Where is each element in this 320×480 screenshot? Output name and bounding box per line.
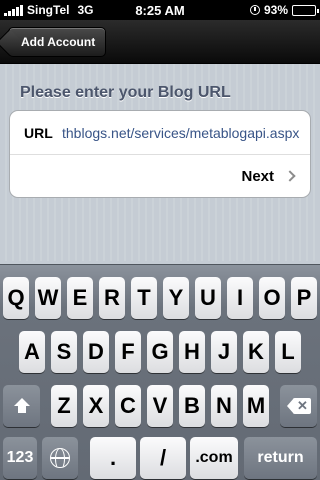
- key-g[interactable]: G: [147, 331, 173, 373]
- next-label: Next: [241, 168, 274, 185]
- globe-icon: [50, 448, 70, 468]
- key-dot-com[interactable]: .com: [190, 437, 238, 479]
- key-label: 123: [6, 449, 34, 466]
- key-label: U: [200, 285, 216, 310]
- key-label: H: [184, 339, 200, 364]
- key-v[interactable]: V: [147, 385, 173, 427]
- key-n[interactable]: N: [211, 385, 237, 427]
- key-q[interactable]: Q: [3, 277, 29, 319]
- key-dot[interactable]: .: [90, 437, 136, 479]
- key-label: M: [246, 393, 266, 418]
- chevron-right-icon: [284, 170, 296, 182]
- key-o[interactable]: O: [259, 277, 285, 319]
- key-f[interactable]: F: [115, 331, 141, 373]
- key-z[interactable]: Z: [51, 385, 77, 427]
- key-label: Z: [57, 393, 71, 418]
- key-c[interactable]: C: [115, 385, 141, 427]
- key-w[interactable]: W: [35, 277, 61, 319]
- key-label: W: [37, 285, 59, 310]
- key-label: L: [281, 339, 295, 364]
- battery-icon: [292, 4, 319, 16]
- return-key[interactable]: return: [244, 437, 317, 479]
- status-bar: SingTel 3G 8:25 AM 93%: [0, 0, 320, 20]
- key-label: R: [104, 285, 120, 310]
- key-h[interactable]: H: [179, 331, 205, 373]
- status-right: 93%: [249, 3, 319, 17]
- key-j[interactable]: J: [211, 331, 237, 373]
- key-b[interactable]: B: [179, 385, 205, 427]
- key-label: N: [216, 393, 232, 418]
- key-label: A: [24, 339, 40, 364]
- key-label: O: [263, 285, 281, 310]
- key-label: S: [56, 339, 72, 364]
- key-label: F: [121, 339, 135, 364]
- alarm-clock-icon: [249, 5, 260, 15]
- back-button-add-account[interactable]: Add Account: [8, 27, 107, 57]
- key-p[interactable]: P: [291, 277, 317, 319]
- key-d[interactable]: D: [83, 331, 109, 373]
- key-label: .: [109, 445, 117, 470]
- key-x[interactable]: X: [83, 385, 109, 427]
- key-r[interactable]: R: [99, 277, 125, 319]
- key-label: K: [248, 339, 264, 364]
- key-label: X: [88, 393, 104, 418]
- battery-percent: 93%: [263, 3, 288, 17]
- key-label: B: [184, 393, 200, 418]
- key-label: J: [217, 339, 231, 364]
- url-form-group: URL thblogs.net/services/metablogapi.asp…: [9, 110, 311, 198]
- next-cell[interactable]: Next: [10, 155, 310, 197]
- url-cell[interactable]: URL thblogs.net/services/metablogapi.asp…: [10, 111, 310, 155]
- key-label: D: [88, 339, 104, 364]
- key-label: T: [137, 285, 151, 310]
- section-header: Please enter your Blog URL: [20, 84, 231, 101]
- key-label: return: [257, 449, 304, 466]
- key-label: Y: [168, 285, 184, 310]
- shift-arrow-icon: [13, 398, 30, 414]
- url-label: URL: [24, 125, 53, 141]
- backspace-icon: ✕: [286, 398, 311, 414]
- key-a[interactable]: A: [19, 331, 45, 373]
- key-i[interactable]: I: [227, 277, 253, 319]
- keyboard: Q W E R T Y U I O P A S D F G H J K L Z …: [0, 264, 320, 480]
- delete-key[interactable]: ✕: [280, 385, 317, 427]
- key-label: I: [236, 285, 244, 310]
- key-y[interactable]: Y: [163, 277, 189, 319]
- content-area: Please enter your Blog URL URL thblogs.n…: [0, 64, 320, 261]
- key-label: G: [151, 339, 169, 364]
- url-input-value: thblogs.net/services/metablogapi.aspx: [62, 125, 300, 141]
- key-s[interactable]: S: [51, 331, 77, 373]
- key-u[interactable]: U: [195, 277, 221, 319]
- key-e[interactable]: E: [67, 277, 93, 319]
- numbers-key[interactable]: 123: [3, 437, 37, 479]
- key-slash[interactable]: /: [140, 437, 186, 479]
- globe-key[interactable]: [42, 437, 78, 479]
- key-label: V: [152, 393, 168, 418]
- shift-key[interactable]: [3, 385, 40, 427]
- key-label: P: [296, 285, 312, 310]
- back-button-label: Add Account: [21, 35, 96, 49]
- key-label: .com: [195, 449, 233, 466]
- url-input[interactable]: thblogs.net/services/metablogapi.aspx: [62, 125, 304, 141]
- key-m[interactable]: M: [243, 385, 269, 427]
- key-label: Q: [7, 285, 25, 310]
- key-k[interactable]: K: [243, 331, 269, 373]
- key-label: E: [72, 285, 88, 310]
- navigation-bar: Add Account: [0, 20, 320, 64]
- key-label: C: [120, 393, 136, 418]
- key-l[interactable]: L: [275, 331, 301, 373]
- key-label: /: [159, 445, 167, 470]
- key-t[interactable]: T: [131, 277, 157, 319]
